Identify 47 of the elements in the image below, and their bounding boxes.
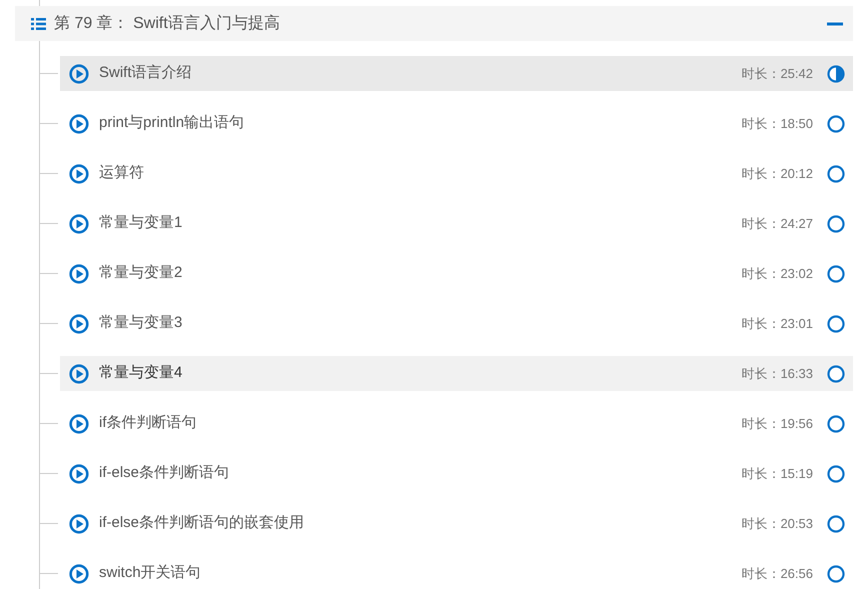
lesson-title: 常量与变量3 xyxy=(99,313,184,334)
lesson-row[interactable]: 常量与变量4 时长：16:33 xyxy=(60,356,853,391)
lesson-duration: 时长：23:02 xyxy=(741,264,813,283)
lesson-duration: 时长：15:19 xyxy=(741,464,813,483)
play-icon xyxy=(69,414,89,434)
play-icon xyxy=(69,514,89,534)
lesson-row[interactable]: 运算符 时长：20:12 xyxy=(60,156,853,191)
lesson-title: print与println输出语句 xyxy=(99,113,246,134)
lesson-duration: 时长：23:01 xyxy=(741,314,813,333)
lesson-row[interactable]: switch开关语句 时长：26:56 xyxy=(60,556,853,589)
list-icon xyxy=(31,18,46,30)
lesson-duration: 时长：18:50 xyxy=(741,114,813,133)
play-icon xyxy=(69,564,89,584)
lesson-title: 常量与变量2 xyxy=(99,263,184,284)
lesson-duration: 时长：16:33 xyxy=(741,364,813,383)
lesson-row[interactable]: print与println输出语句 时长：18:50 xyxy=(60,106,853,141)
lesson-row[interactable]: 常量与变量2 时长：23:02 xyxy=(60,256,853,291)
lesson-title: 运算符 xyxy=(99,163,145,184)
lesson-row[interactable]: 常量与变量3 时长：23:01 xyxy=(60,306,853,341)
lesson-title: if-else条件判断语句的嵌套使用 xyxy=(99,513,306,534)
lesson-duration: 时长：24:27 xyxy=(741,214,813,233)
lesson-title: 常量与变量4 xyxy=(99,363,184,384)
play-icon xyxy=(69,364,89,384)
play-icon xyxy=(69,264,89,284)
lesson-title: Swift语言介绍 xyxy=(99,63,193,84)
lesson-duration: 时长：26:56 xyxy=(741,564,813,583)
lesson-row[interactable]: Swift语言介绍 时长：25:42 xyxy=(60,56,853,91)
lesson-row[interactable]: if-else条件判断语句 时长：15:19 xyxy=(60,456,853,491)
chapter-title: 第 79 章： Swift语言入门与提高 xyxy=(54,14,280,34)
play-icon xyxy=(69,314,89,334)
lesson-row[interactable]: 常量与变量1 时长：24:27 xyxy=(60,206,853,241)
lesson-duration: 时长：20:53 xyxy=(741,514,813,533)
lesson-row[interactable]: if-else条件判断语句的嵌套使用 时长：20:53 xyxy=(60,506,853,541)
lesson-duration: 时长：20:12 xyxy=(741,164,813,183)
lesson-title: if-else条件判断语句 xyxy=(99,463,230,484)
play-icon xyxy=(69,64,89,84)
play-icon xyxy=(69,214,89,234)
play-icon xyxy=(69,164,89,184)
lesson-title: switch开关语句 xyxy=(99,563,202,584)
lesson-row[interactable]: if条件判断语句 时长：19:56 xyxy=(60,406,853,441)
play-icon xyxy=(69,464,89,484)
lesson-duration: 时长：25:42 xyxy=(741,64,813,83)
chapter-header[interactable]: 第 79 章： Swift语言入门与提高 xyxy=(15,6,853,41)
lesson-title: if条件判断语句 xyxy=(99,413,198,434)
play-icon xyxy=(69,114,89,134)
lesson-title: 常量与变量1 xyxy=(99,213,184,234)
lesson-duration: 时长：19:56 xyxy=(741,414,813,433)
